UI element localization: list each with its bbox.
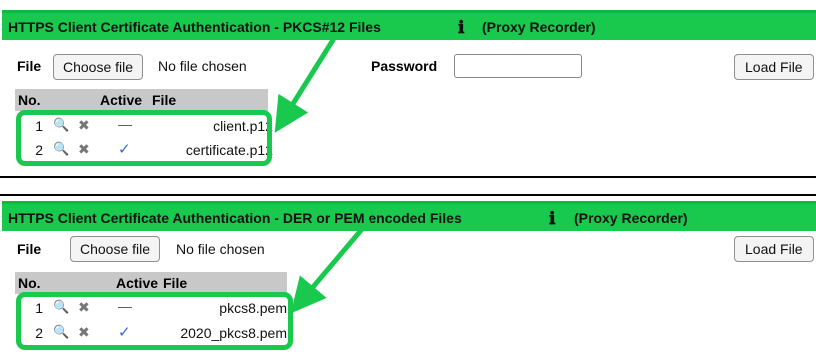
- active-check-icon[interactable]: ✓: [118, 323, 131, 341]
- table-row: 1 🔍 ✖ — pkcs8.pem: [15, 297, 290, 321]
- row-number: 2: [35, 325, 43, 341]
- pkcs12-file-table: No. Active File 1 🔍 ✖ — client.p12 2 🔍 ✖…: [15, 89, 285, 169]
- password-label: Password: [371, 58, 438, 74]
- delete-icon[interactable]: ✖: [78, 324, 90, 341]
- section-titlebar: HTTPS Client Certificate Authentication …: [2, 201, 816, 231]
- file-name: pkcs8.pem: [219, 300, 287, 316]
- active-check-icon[interactable]: ✓: [118, 140, 131, 158]
- inactive-icon[interactable]: —: [118, 116, 132, 132]
- load-file-button[interactable]: Load File: [734, 54, 814, 80]
- view-icon[interactable]: 🔍: [53, 117, 69, 133]
- row-number: 1: [35, 118, 43, 134]
- section-title: HTTPS Client Certificate Authentication …: [8, 210, 462, 226]
- info-icon[interactable]: ℹ: [458, 18, 464, 38]
- load-file-button[interactable]: Load File: [734, 236, 814, 262]
- pkcs12-section: HTTPS Client Certificate Authentication …: [0, 0, 816, 176]
- delete-icon[interactable]: ✖: [78, 299, 90, 316]
- der-pem-section: HTTPS Client Certificate Authentication …: [0, 196, 816, 354]
- delete-icon[interactable]: ✖: [78, 117, 90, 134]
- no-file-chosen-text: No file chosen: [158, 58, 247, 74]
- choose-file-button[interactable]: Choose file: [53, 54, 144, 80]
- view-icon[interactable]: 🔍: [53, 141, 69, 157]
- section-title: HTTPS Client Certificate Authentication …: [8, 19, 381, 35]
- inactive-icon[interactable]: —: [118, 298, 132, 314]
- row-number: 1: [35, 300, 43, 316]
- table-row: 2 🔍 ✖ ✓ 2020_pkcs8.pem: [15, 322, 290, 346]
- proxy-recorder-label: (Proxy Recorder): [574, 210, 688, 226]
- view-icon[interactable]: 🔍: [53, 299, 69, 315]
- file-label: File: [17, 241, 42, 257]
- col-active: Active: [100, 92, 143, 108]
- col-active: Active: [116, 275, 159, 291]
- col-no: No.: [18, 92, 41, 108]
- choose-file-button[interactable]: Choose file: [70, 236, 161, 262]
- section-titlebar: HTTPS Client Certificate Authentication …: [2, 10, 816, 40]
- table-row: 2 🔍 ✖ ✓ certificate.p12: [15, 139, 277, 163]
- info-icon[interactable]: ℹ: [549, 209, 555, 229]
- delete-icon[interactable]: ✖: [78, 141, 90, 158]
- row-number: 2: [35, 142, 43, 158]
- section-divider: [0, 176, 816, 196]
- file-name: certificate.p12: [185, 142, 273, 158]
- file-label: File: [17, 58, 42, 74]
- col-file: File: [163, 275, 188, 291]
- proxy-recorder-label: (Proxy Recorder): [482, 19, 596, 35]
- file-name: 2020_pkcs8.pem: [180, 325, 287, 341]
- col-file: File: [152, 92, 177, 108]
- password-input[interactable]: [454, 54, 582, 78]
- no-file-chosen-text: No file chosen: [176, 241, 265, 257]
- table-header: No. Active File: [15, 89, 268, 111]
- table-header: No. Active File: [15, 272, 287, 294]
- file-name: client.p12: [213, 118, 273, 134]
- table-row: 1 🔍 ✖ — client.p12: [15, 115, 277, 139]
- col-no: No.: [18, 275, 41, 291]
- der-pem-file-table: No. Active File 1 🔍 ✖ — pkcs8.pem 2 🔍 ✖ …: [15, 272, 290, 352]
- view-icon[interactable]: 🔍: [53, 324, 69, 340]
